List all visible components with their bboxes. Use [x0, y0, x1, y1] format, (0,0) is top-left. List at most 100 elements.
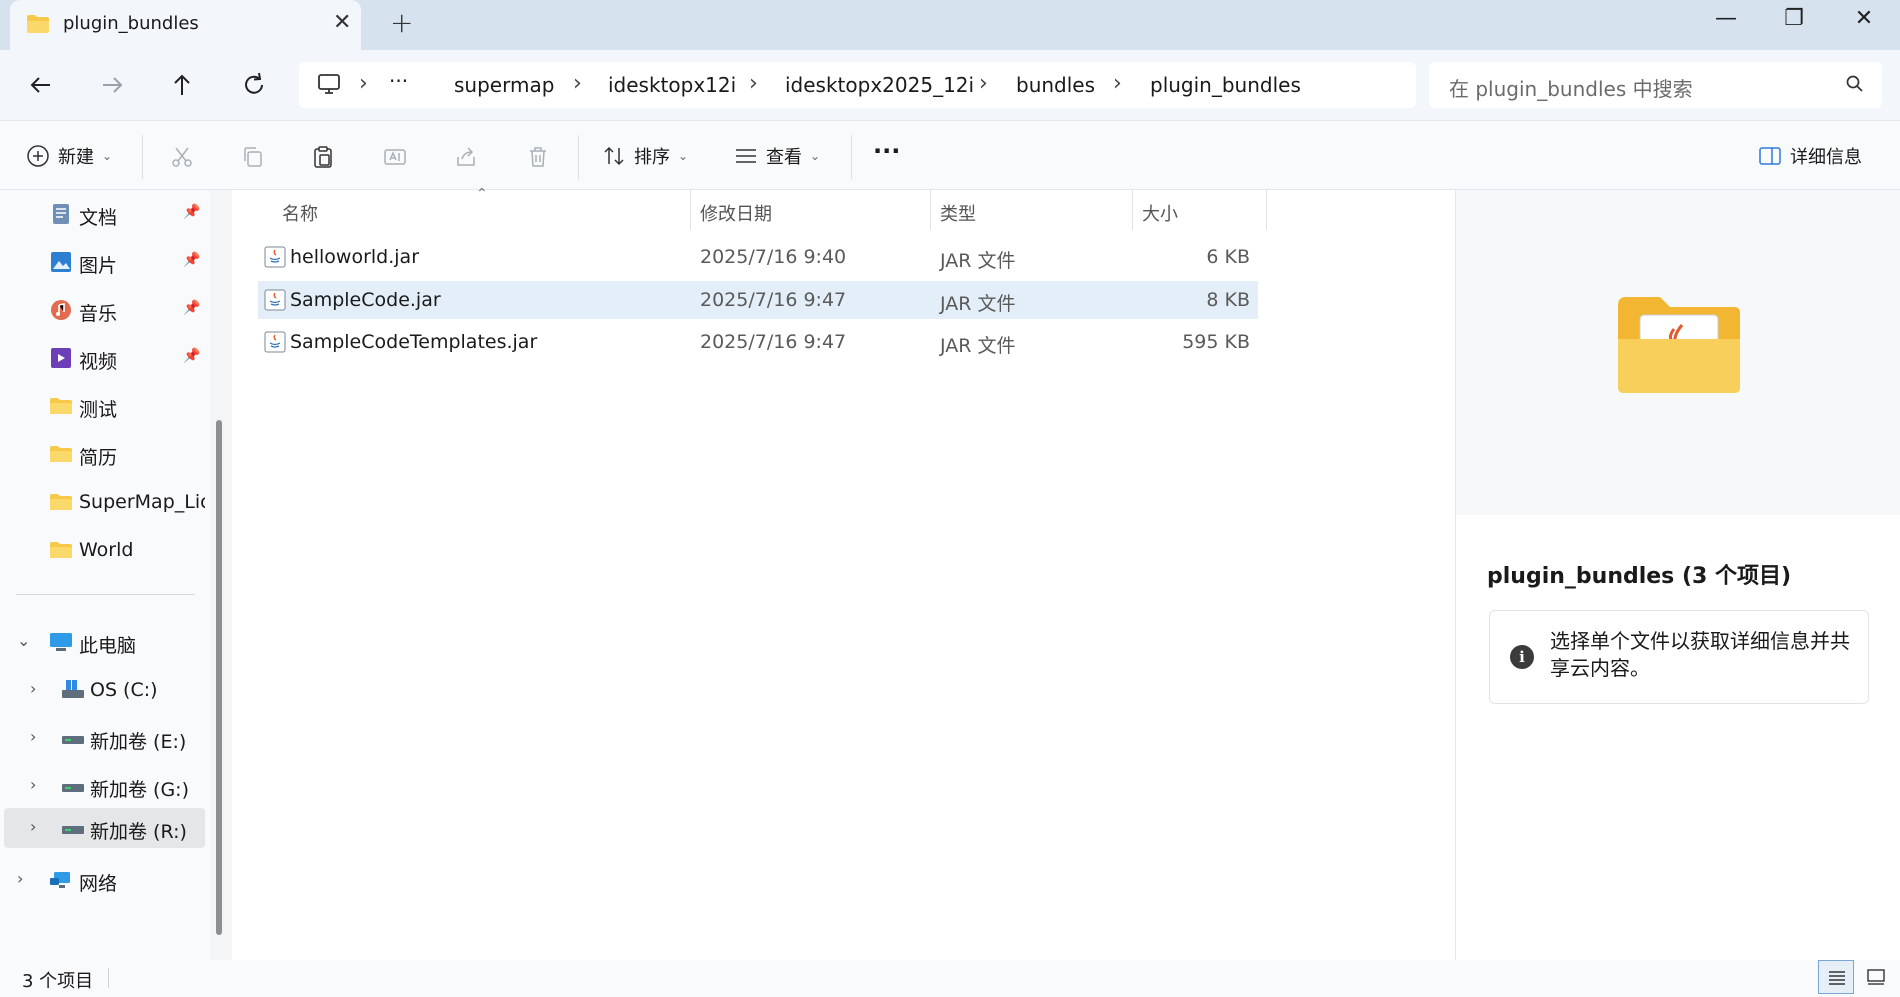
folder-icon [50, 542, 72, 558]
tiles-view-icon [1867, 969, 1885, 985]
sidebar-item-documents[interactable]: 文档 📌 [0, 194, 205, 234]
sidebar-item-pictures[interactable]: 图片 📌 [0, 242, 205, 282]
chevron-right-icon[interactable]: › [359, 71, 368, 96]
restore-button[interactable]: ❐ [1774, 6, 1814, 31]
minimize-button[interactable]: — [1706, 6, 1746, 31]
preview-area [1456, 190, 1900, 515]
chevron-down-icon: ⌄ [678, 149, 689, 163]
back-arrow-icon[interactable] [26, 70, 56, 100]
folder-icon [50, 398, 72, 414]
column-divider[interactable] [930, 190, 931, 230]
copy-icon[interactable] [241, 145, 265, 169]
close-window-button[interactable]: ✕ [1844, 6, 1884, 31]
pictures-icon [51, 252, 71, 272]
column-header-type[interactable]: 类型 [940, 200, 976, 226]
breadcrumb-bundles[interactable]: bundles [1016, 73, 1095, 97]
details-pane-button[interactable]: 详细信息 [1758, 143, 1862, 169]
chevron-right-icon[interactable]: › [30, 775, 36, 794]
view-label: 查看 [766, 147, 802, 168]
breadcrumb-plugin-bundles[interactable]: plugin_bundles [1150, 73, 1301, 97]
tiles-view-button[interactable] [1858, 960, 1894, 994]
sidebar-item-drive-r[interactable]: › 新加卷 (R:) [4, 808, 205, 848]
sidebar-item-label: 新加卷 (E:) [90, 731, 187, 753]
chevron-right-icon[interactable]: › [573, 71, 582, 96]
sidebar-item-label: 新加卷 (G:) [90, 779, 189, 801]
sidebar-item-label: 网络 [79, 873, 118, 895]
computer-icon [318, 74, 340, 94]
divider [578, 135, 579, 179]
drive-icon [62, 784, 84, 792]
paste-icon[interactable] [311, 145, 335, 169]
breadcrumb-overflow[interactable]: ··· [389, 69, 408, 93]
sidebar-item-drive-e[interactable]: › 新加卷 (E:) [0, 718, 205, 758]
info-text: 选择单个文件以获取详细信息并共享云内容。 [1550, 629, 1850, 680]
cut-icon[interactable] [170, 145, 194, 169]
forward-arrow-icon[interactable] [97, 70, 127, 100]
details-title: plugin_bundles (3 个项目) [1487, 564, 1792, 589]
sidebar-item-drive-g[interactable]: › 新加卷 (G:) [0, 766, 205, 806]
sidebar-item-label: OS (C:) [90, 679, 158, 701]
sidebar-item-this-pc[interactable]: ⌄ 此电脑 [0, 622, 205, 662]
navigation-pane: 文档 📌 图片 📌 音乐 📌 视频 📌 测试 简历 SuperMap_Licen… [0, 190, 210, 960]
jar-folder-icon [1618, 297, 1740, 393]
chevron-right-icon[interactable]: › [30, 817, 36, 836]
column-header-name[interactable]: 名称 [282, 200, 318, 226]
sidebar-item-drive-c[interactable]: › OS (C:) [0, 670, 205, 710]
chevron-right-icon[interactable]: › [30, 727, 36, 746]
breadcrumb-idesktopx2025-12i[interactable]: idesktopx2025_12i [785, 73, 974, 97]
new-button[interactable]: 新建 ⌄ [26, 143, 112, 169]
sidebar-item-network[interactable]: › 网络 [0, 860, 205, 900]
chevron-right-icon[interactable]: › [979, 71, 988, 96]
table-row[interactable]: helloworld.jar 2025/7/16 9:40 JAR 文件 6 K… [258, 238, 1258, 276]
file-name: SampleCodeTemplates.jar [290, 331, 538, 353]
breadcrumb-idesktopx12i[interactable]: idesktopx12i [608, 73, 736, 97]
breadcrumb-supermap[interactable]: supermap [454, 73, 554, 97]
column-divider[interactable] [1132, 190, 1133, 230]
up-arrow-icon[interactable] [167, 70, 197, 100]
sort-button[interactable]: 排序 ⌄ [602, 143, 688, 169]
search-icon[interactable] [1845, 74, 1865, 94]
title-bar: plugin_bundles ✕ + — ❐ ✕ [0, 0, 1900, 50]
sidebar-item-videos[interactable]: 视频 📌 [0, 338, 205, 378]
chevron-right-icon[interactable]: › [17, 869, 23, 888]
address-bar[interactable]: › ··· supermap › idesktopx12i › idesktop… [299, 62, 1416, 108]
file-date: 2025/7/16 9:47 [700, 331, 847, 353]
column-divider[interactable] [1266, 190, 1267, 230]
navigation-bar: › ··· supermap › idesktopx12i › idesktop… [0, 50, 1900, 120]
refresh-icon[interactable] [239, 70, 269, 100]
rename-icon[interactable] [383, 145, 407, 169]
sort-icon [604, 146, 624, 166]
sidebar-item-supermap-license[interactable]: SuperMap_License [0, 482, 205, 522]
close-tab-button[interactable]: ✕ [333, 10, 351, 35]
new-tab-button[interactable]: + [390, 6, 413, 39]
details-view-button[interactable] [1818, 960, 1854, 994]
chevron-right-icon[interactable]: › [30, 679, 36, 698]
search-input[interactable]: 在 plugin_bundles 中搜索 [1429, 62, 1882, 108]
column-header-date[interactable]: 修改日期 [700, 200, 772, 226]
sidebar-item-resume[interactable]: 简历 [0, 434, 205, 474]
file-size: 595 KB [1182, 331, 1250, 353]
sidebar-scrollbar[interactable] [216, 420, 222, 935]
table-row[interactable]: SampleCodeTemplates.jar 2025/7/16 9:47 J… [258, 323, 1258, 361]
chevron-down-icon: ⌄ [810, 149, 821, 163]
column-header-size[interactable]: 大小 [1142, 200, 1178, 226]
file-type: JAR 文件 [940, 293, 1016, 315]
chevron-right-icon[interactable]: › [749, 71, 758, 96]
divider [851, 135, 852, 179]
table-row[interactable]: SampleCode.jar 2025/7/16 9:47 JAR 文件 8 K… [258, 281, 1258, 319]
file-list: ⌃ 名称 修改日期 类型 大小 helloworld.jar 2025/7/16… [232, 186, 1455, 960]
delete-icon[interactable] [526, 145, 550, 169]
sort-label: 排序 [634, 147, 670, 168]
tab-plugin-bundles[interactable]: plugin_bundles ✕ [10, 0, 361, 50]
more-options-button[interactable]: ··· [873, 137, 900, 165]
chevron-right-icon[interactable]: › [1113, 71, 1122, 96]
share-icon[interactable] [454, 145, 478, 169]
column-divider[interactable] [690, 190, 691, 230]
view-button[interactable]: 查看 ⌄ [734, 143, 820, 169]
sidebar-item-label: SuperMap_License [79, 491, 205, 513]
sidebar-item-music[interactable]: 音乐 📌 [0, 290, 205, 330]
music-icon [51, 300, 71, 320]
sidebar-item-world[interactable]: World [0, 530, 205, 570]
chevron-down-icon[interactable]: ⌄ [17, 631, 30, 650]
sidebar-item-test[interactable]: 测试 [0, 386, 205, 426]
